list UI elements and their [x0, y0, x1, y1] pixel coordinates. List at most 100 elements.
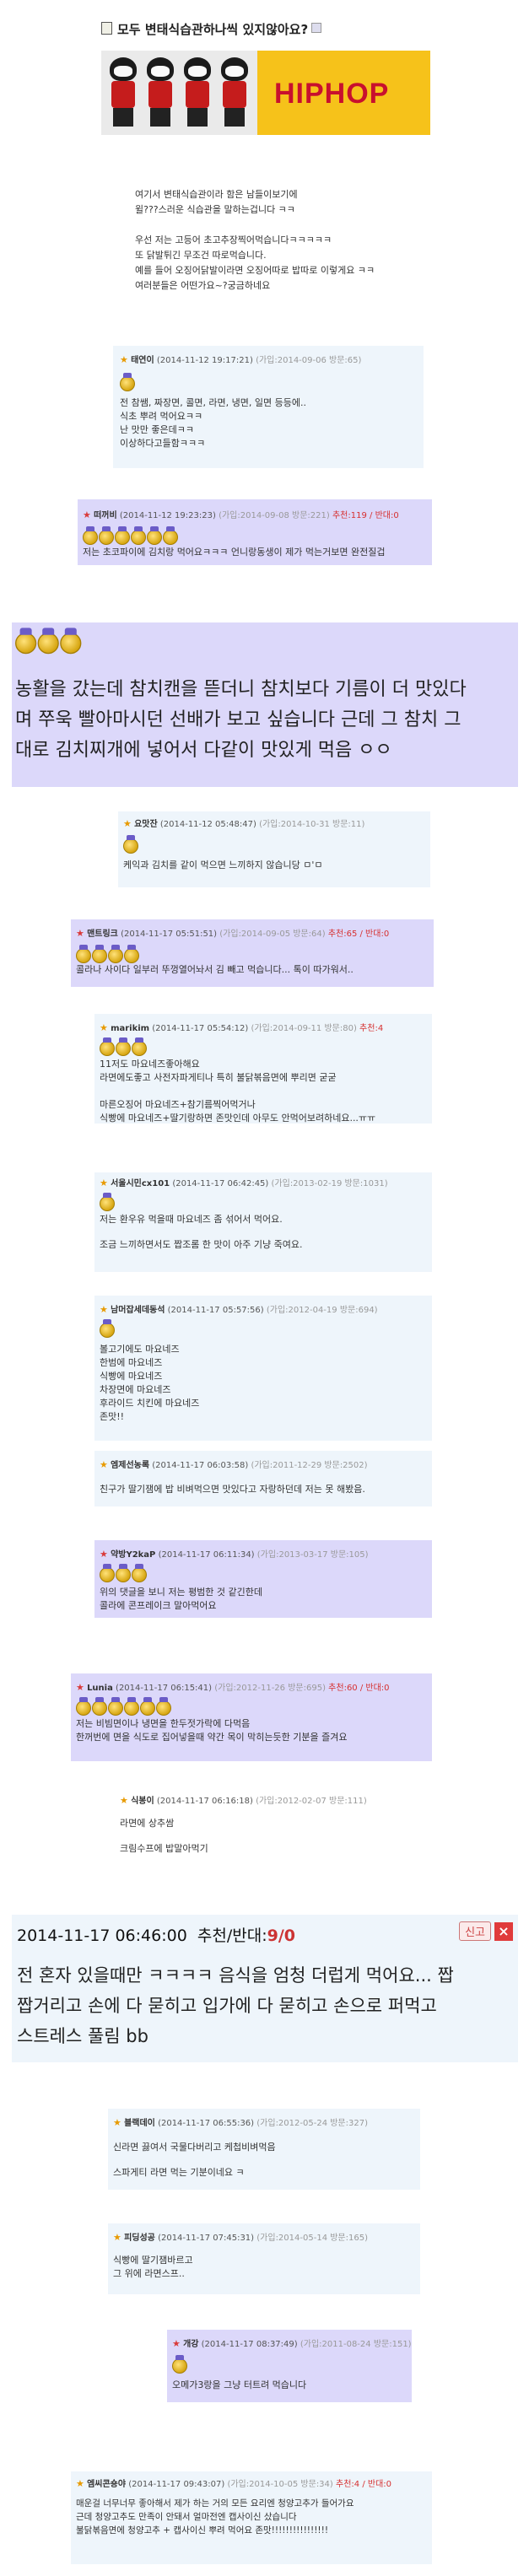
comment-date: (2014-11-17 05:54:12) [152, 1024, 249, 1033]
comment-author[interactable]: 약방Y2kaP [111, 1550, 155, 1560]
comment-line: 신라면 끓여서 국물다버리고 케첩비벼먹음 [113, 2142, 276, 2153]
comment-line: 식빵에 딸기잼바르고 [113, 2255, 193, 2266]
comment-meta: (가입:2013-03-17 방문:105) [256, 1550, 369, 1560]
comment-text: 저는 환우유 먹을때 마요네즈 좀 섞어서 먹어요. 조금 느끼하면서도 짭조롬… [100, 1213, 303, 1252]
comment-author[interactable]: Lunia [87, 1684, 113, 1693]
comment-author[interactable]: 요맛잔 [134, 820, 158, 829]
comment-box: ★ 피딩성공 (2014-11-17 07:45:31) (가입:2014-05… [108, 2223, 420, 2294]
star-icon: ★ [113, 2117, 121, 2128]
medal-icon [108, 945, 123, 963]
comment-line: 저는 초코파이에 김치랑 먹어요ㅋㅋㅋ 언니랑동생이 제가 먹는거보면 완전질겁 [83, 547, 386, 558]
star-icon: ★ [76, 1682, 84, 1693]
comment-line: 마른오징어 마요네즈+참기름찍어먹거나 [100, 1099, 256, 1110]
banner-text: HIPHOP [274, 78, 390, 110]
comment-line: 전 참쌤, 짜장면, 콜면, 라면, 냉면, 일면 등등에.. [120, 397, 306, 408]
medal-icon [60, 628, 82, 655]
comment-date: (2014-11-17 06:03:58) [152, 1461, 249, 1470]
medal-icon [116, 1037, 131, 1056]
medals [76, 1697, 172, 1717]
comment-author[interactable]: 엠씨콘숑야 [87, 2480, 126, 2489]
vote-count: 추천:119 / 반대:0 [332, 511, 399, 520]
medal-icon [123, 835, 138, 854]
medals [100, 1037, 148, 1058]
comment-line: 콜라에 콘프레이크 말아먹어요 [100, 1600, 217, 1611]
medal-icon [76, 945, 91, 963]
comment-box: ★ 개강 (2014-11-17 08:37:49) (가입:2011-08-2… [167, 2330, 412, 2402]
medal-icon [115, 526, 130, 545]
medals [120, 373, 136, 393]
comment-line: 스트레스 풀림 bb [17, 2026, 148, 2046]
comment-actions: 신고 × [459, 1921, 513, 1941]
comment-author[interactable]: 블랙데이 [124, 2119, 155, 2128]
comment-author[interactable]: 서울시민cx101 [111, 1179, 170, 1188]
post-line: 윌???스러운 식습관을 말하는겁니다 ㅋㅋ [135, 204, 295, 215]
comment-line: 라면에도좋고 사전자파게티나 특히 불닭볶음면에 뿌리면 굳굳 [100, 1072, 337, 1083]
medal-icon [100, 1037, 115, 1056]
comment-box: ★ 요맛잔 (2014-11-12 05:48:47) (가입:2014-10-… [118, 811, 430, 887]
medal-icon [99, 526, 114, 545]
comment-author[interactable]: 떠꺼비 [94, 511, 117, 520]
comment-line: 차장면에 마요네즈 [100, 1384, 171, 1395]
banner-image: HIPHOP [101, 51, 430, 135]
image-icon [311, 23, 322, 33]
vote-count: 9/0 [267, 1927, 296, 1945]
medals [76, 945, 140, 965]
comment-line: 콜라나 사이다 일부러 뚜껑열어놔서 김 빼고 먹습니다... 톡이 따가워서.… [76, 964, 354, 975]
medal-icon [172, 2355, 187, 2374]
comment-line: 농활을 갔는데 참치캔을 뜯더니 참치보다 기름이 더 맛있다 [15, 679, 467, 700]
comment-line: 식초 뿌려 먹어요ㅋㅋ [120, 411, 203, 422]
comment-text: 저는 비빔면이나 냉면을 한두젓가락에 다먹음 한꺼번에 면을 식도로 집어넣을… [76, 1717, 347, 1744]
medal-icon [140, 1697, 155, 1716]
comment-box: ★ 엠씨콘숑야 (2014-11-17 09:43:07) (가입:2014-1… [71, 2471, 432, 2564]
comment-line: 그 위에 라면스프.. [113, 2268, 185, 2279]
comment-meta: (가입:2014-09-06 방문:65) [256, 356, 362, 365]
comment-header: 2014-11-17 06:46:00 추천/반대:9/0 [17, 1923, 295, 1946]
comment-author[interactable]: 남머잡세데동석 [111, 1306, 165, 1315]
comment-text: 볼고기에도 마요네즈 한범에 마요네즈 식빵에 마요네즈 차장면에 마요네즈 후… [100, 1343, 199, 1424]
comment-date: (2014-11-12 05:48:47) [159, 820, 256, 829]
medals [172, 2355, 188, 2375]
medal-icon [132, 1037, 147, 1056]
comment-meta: (가입:2012-05-24 방문:327) [256, 2119, 368, 2128]
comment-text: 위의 댓글을 보니 저는 평범한 것 같긴한데 콜라에 콘프레이크 말아먹어요 [100, 1586, 262, 1613]
comment-line: 후라이드 치킨에 마요네즈 [100, 1398, 200, 1409]
star-icon: ★ [172, 2338, 181, 2349]
comment-meta: (가입:2014-05-14 방문:165) [256, 2234, 368, 2243]
post-line: 여러분들은 어떤가요~?궁금하네요 [135, 280, 271, 291]
vote-count: 추천:4 [359, 1024, 384, 1033]
comment-date: (2014-11-17 07:45:31) [158, 2234, 255, 2243]
report-button[interactable]: 신고 [459, 1921, 491, 1941]
post-title: 모두 변태식습관하나씩 있지않아요? [117, 22, 309, 37]
medal-icon [108, 1697, 123, 1716]
comment-box: ★ 태연이 (2014-11-12 19:17:21) (가입:2014-09-… [113, 346, 424, 468]
comment-meta: (가입:2014-09-05 방문:64) [219, 930, 326, 939]
comment-line: 전 혼자 있을때만 ㅋㅋㅋㅋ 음식을 엄청 더럽게 먹어요... 짭 [17, 1965, 454, 1986]
comment-line: 11저도 마요네즈좋아해요 [100, 1059, 200, 1070]
medal-icon [100, 1319, 115, 1338]
comment-text: 콜라나 사이다 일부러 뚜껑열어놔서 김 빼고 먹습니다... 톡이 따가워서.… [76, 963, 354, 977]
comment-box: ★ 떠꺼비 (2014-11-12 19:23:23) (가입:2014-09-… [78, 499, 432, 565]
comment-line: 한꺼번에 면을 식도로 집어넣을때 약간 목이 막히는듯한 기분을 즐겨요 [76, 1732, 348, 1743]
comment-author[interactable]: 식봉이 [131, 1797, 154, 1806]
comment-box: ★ Lunia (2014-11-17 06:15:41) (가입:2012-1… [71, 1673, 432, 1761]
star-icon: ★ [76, 928, 84, 939]
star-icon: ★ [113, 2232, 121, 2243]
comment-date: (2014-11-17 06:16:18) [156, 1797, 253, 1806]
comment-author[interactable]: 피딩성공 [124, 2234, 155, 2243]
comment-line: 크림수프에 밥말아먹기 [120, 1843, 208, 1854]
comment-text: 친구가 딸기잼에 밥 비벼먹으면 맛있다고 자랑하던데 저는 못 해봤음. [100, 1483, 365, 1496]
comment-line: 며 쭈욱 빨아마시던 선배가 보고 싶습니다 근데 그 참치 그 [15, 709, 462, 730]
comment-line: 난 맛만 좋은데ㅋㅋ [120, 424, 194, 435]
comment-meta: (가입:2011-08-24 방문:151) [300, 2340, 412, 2349]
comment-author[interactable]: 개강 [183, 2340, 198, 2349]
comment-box: ★ 식봉이 (2014-11-17 06:16:18) (가입:2012-02-… [115, 1788, 427, 1869]
post-line: 또 닭발튀긴 무조건 따로먹습니다. [135, 250, 267, 261]
comment-date: 2014-11-17 06:46:00 [17, 1927, 187, 1945]
comment-author[interactable]: 엠제선농록 [111, 1461, 149, 1470]
comment-text: 저는 초코파이에 김치랑 먹어요ㅋㅋㅋ 언니랑동생이 제가 먹는거보면 완전질겁 [83, 546, 385, 559]
comment-author[interactable]: 태연이 [131, 356, 154, 365]
comment-line: 근데 청양고추도 만족이 안돼서 얼마전엔 캡사이신 샀습니다 [76, 2512, 297, 2522]
close-icon[interactable]: × [494, 1922, 513, 1941]
comment-author[interactable]: 맨트링크 [87, 930, 118, 939]
comment-author[interactable]: marikim [111, 1024, 149, 1033]
